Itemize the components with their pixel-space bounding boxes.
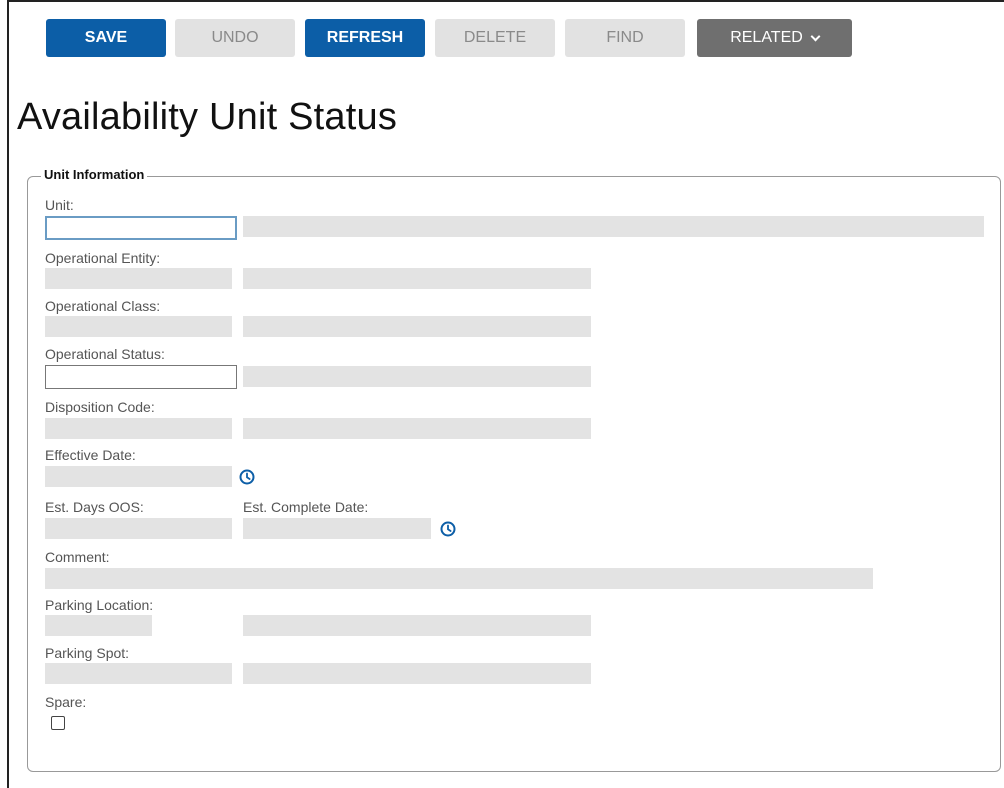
parking-spot-field [45,663,232,684]
operational-entity-label: Operational Entity: [45,250,161,266]
comment-label: Comment: [45,549,110,565]
find-button[interactable]: FIND [565,19,685,57]
parking-location-label: Parking Location: [45,597,154,613]
related-dropdown-button[interactable]: RELATED [697,19,852,57]
comment-field [45,568,873,589]
clock-icon[interactable] [440,521,456,537]
est-days-oos-label: Est. Days OOS: [45,499,144,515]
parking-spot-description-field [243,663,591,684]
parking-spot-label: Parking Spot: [45,645,130,661]
parking-location-field [45,615,152,636]
unit-input[interactable] [45,216,237,240]
save-button[interactable]: SAVE [46,19,166,57]
operational-status-input[interactable] [45,365,237,389]
unit-label: Unit: [45,197,74,213]
section-legend: Unit Information [41,167,148,182]
undo-button[interactable]: UNDO [175,19,295,57]
est-complete-date-label: Est. Complete Date: [243,499,369,515]
est-complete-date-field [243,518,431,539]
effective-date-field [45,466,232,487]
operational-class-label: Operational Class: [45,298,161,314]
related-label: RELATED [730,29,803,46]
effective-date-label: Effective Date: [45,447,136,463]
operational-class-description-field [243,316,591,337]
parking-location-description-field [243,615,591,636]
spare-label: Spare: [45,694,87,710]
page-title: Availability Unit Status [17,96,398,138]
chevron-down-icon [810,31,821,41]
unit-description-field [243,216,984,237]
disposition-code-field [45,418,232,439]
operational-entity-description-field [243,268,591,289]
disposition-code-description-field [243,418,591,439]
est-days-oos-field [45,518,232,539]
operational-class-field [45,316,232,337]
refresh-button[interactable]: REFRESH [305,19,425,57]
clock-icon[interactable] [239,469,255,485]
delete-button[interactable]: DELETE [435,19,555,57]
spare-checkbox[interactable] [51,716,65,730]
disposition-code-label: Disposition Code: [45,399,155,415]
operational-status-description-field [243,366,591,387]
operational-entity-field [45,268,232,289]
operational-status-label: Operational Status: [45,346,165,362]
